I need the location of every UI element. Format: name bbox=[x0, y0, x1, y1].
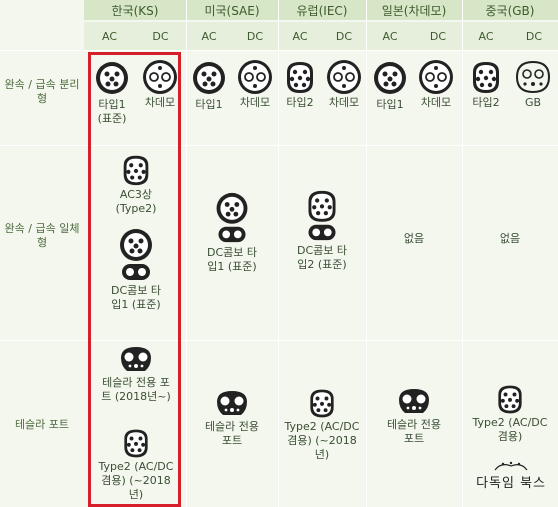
row-label-integrated: 완속 / 급속 일체형 bbox=[4, 222, 80, 249]
iec-type2: Type2 (AC/DC 겸용) (~2018년) bbox=[280, 386, 364, 462]
chademo-plug-icon bbox=[327, 60, 361, 94]
plug-label: 테슬라 전용 포트 bbox=[386, 418, 442, 445]
cn-type2: Type2 (AC/DC 겸용) bbox=[466, 382, 554, 444]
plug-label: DC콤보 타입1 (표준) bbox=[206, 246, 257, 273]
plug-label: 차데모 bbox=[420, 96, 452, 109]
type2-plug-icon bbox=[498, 385, 522, 414]
tesla-plug-icon bbox=[399, 389, 429, 413]
gb-plug-icon bbox=[515, 60, 551, 94]
region-header-ks: 한국(KS) bbox=[84, 0, 187, 20]
jp-tesla: 테슬라 전용 포트 bbox=[372, 386, 456, 446]
region-header-iec: 유럽(IEC) bbox=[278, 0, 367, 20]
chademo-plug-icon bbox=[419, 60, 453, 94]
tesla-plug-icon bbox=[217, 391, 247, 415]
combo1-plug-icon bbox=[216, 192, 248, 243]
plug-label: DC콤보 타입2 (표준) bbox=[296, 244, 347, 271]
dc-label: DC bbox=[232, 22, 278, 50]
region-header-sae: 미국(SAE) bbox=[186, 0, 279, 20]
iec-dc-chademo: 차데모 bbox=[322, 58, 366, 110]
plug-label: GB bbox=[524, 96, 542, 109]
dc-label: DC bbox=[322, 22, 366, 50]
type2-plug-icon bbox=[473, 62, 499, 93]
plug-label: 타입1 bbox=[195, 98, 223, 111]
cn-none: 없음 bbox=[499, 232, 521, 245]
ac-label: AC bbox=[278, 22, 322, 50]
region-header-gb: 중국(GB) bbox=[462, 0, 558, 20]
brand-text: 다독임 북스 bbox=[476, 476, 546, 491]
ac-label: AC bbox=[366, 22, 414, 50]
jp-dc-chademo: 차데모 bbox=[412, 58, 460, 110]
row-label-tesla: 테슬라 포트 bbox=[14, 418, 70, 431]
type2-plug-icon bbox=[310, 389, 334, 418]
sae-dc-combo1: DC콤보 타입1 (표준) bbox=[192, 190, 272, 274]
plug-label: 타입2 bbox=[472, 96, 500, 109]
iec-dc-combo2: DC콤보 타입2 (표준) bbox=[282, 188, 362, 272]
ac-label: AC bbox=[84, 22, 135, 50]
ac-label: AC bbox=[462, 22, 510, 50]
dc-label: DC bbox=[135, 22, 186, 50]
sae-tesla: 테슬라 전용 포트 bbox=[190, 388, 274, 448]
dc-label: DC bbox=[414, 22, 462, 50]
korea-highlight-box bbox=[88, 52, 181, 507]
charger-standards-table: 한국(KS) 미국(SAE) 유럽(IEC) 일본(차데모) 중국(GB) AC… bbox=[0, 0, 558, 507]
book-crown-icon bbox=[494, 461, 528, 471]
plug-label: 타입2 bbox=[286, 96, 314, 109]
jp-ac-type1: 타입1 bbox=[368, 58, 412, 112]
cn-dc-gb: GB bbox=[510, 58, 556, 110]
combo2-plug-icon bbox=[308, 190, 336, 241]
dc-label: DC bbox=[510, 22, 558, 50]
type2-plug-icon bbox=[287, 62, 313, 93]
type1-plug-icon bbox=[193, 62, 225, 94]
plug-label: 타입1 bbox=[376, 98, 404, 111]
sae-ac-type1: 타입1 bbox=[187, 58, 231, 112]
plug-label: Type2 (AC/DC 겸용) bbox=[472, 416, 548, 443]
publisher-logo: 다독임 북스 bbox=[476, 460, 546, 491]
region-header-chademo: 일본(차데모) bbox=[366, 0, 463, 20]
plug-label: 차데모 bbox=[239, 96, 271, 109]
ac-label: AC bbox=[186, 22, 232, 50]
iec-ac-type2: 타입2 bbox=[278, 58, 322, 110]
chademo-plug-icon bbox=[238, 60, 272, 94]
jp-none: 없음 bbox=[403, 232, 425, 245]
sae-dc-chademo: 차데모 bbox=[232, 58, 278, 110]
plug-label: 테슬라 전용 포트 bbox=[204, 420, 260, 447]
type1-plug-icon bbox=[374, 62, 406, 94]
cn-ac-type2: 타입2 bbox=[464, 58, 508, 110]
row-label-separate: 완속 / 급속 분리형 bbox=[4, 78, 80, 105]
plug-label: Type2 (AC/DC 겸용) (~2018년) bbox=[284, 420, 360, 461]
plug-label: 차데모 bbox=[328, 96, 360, 109]
